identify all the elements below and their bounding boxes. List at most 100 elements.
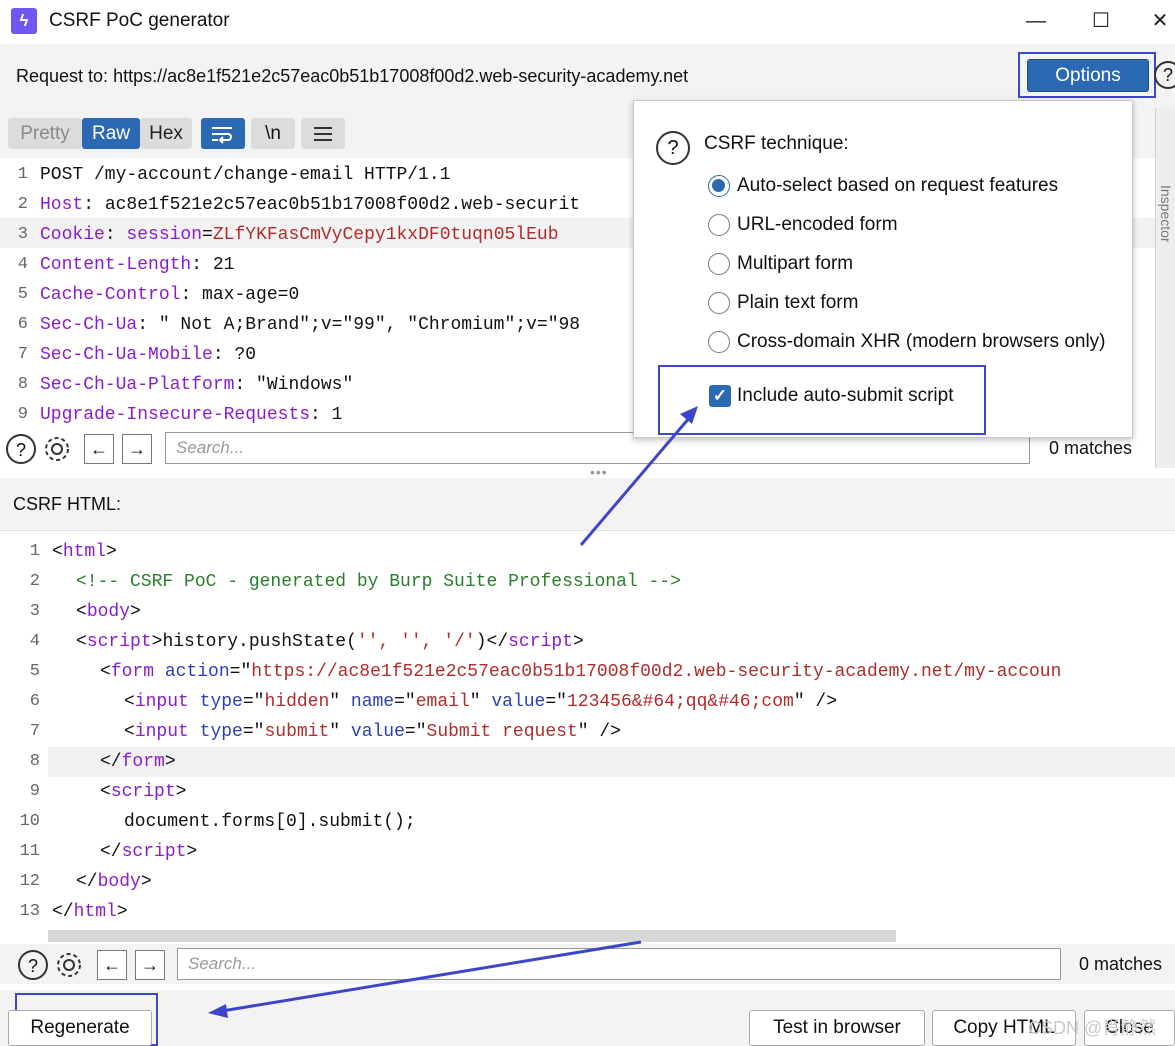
cookie-value: ZLfYKFasCmVyCepy1kxDF0tuqn05lEub xyxy=(212,225,559,245)
options-button[interactable]: Options xyxy=(1027,59,1149,92)
newline-toggle-icon[interactable]: \n xyxy=(251,118,295,149)
line-number: 5 xyxy=(29,662,40,681)
csrf-technique-title: CSRF technique: xyxy=(704,133,849,154)
header-separator: : xyxy=(234,375,257,395)
inspector-tab-label[interactable]: Inspector xyxy=(1158,185,1174,243)
radio-button[interactable] xyxy=(708,175,730,197)
close-window-button[interactable]: ✕ xyxy=(1140,4,1175,38)
header-name: Cache-Control xyxy=(40,285,181,305)
request-line: Sec-Ch-Ua: " Not A;Brand";v="99", "Chrom… xyxy=(40,310,580,340)
burp-app-icon: ϟ xyxy=(11,8,37,34)
csrf-html-header xyxy=(0,478,1175,530)
line-number: 4 xyxy=(29,632,40,651)
line-number: 7 xyxy=(17,345,28,364)
match-count: 0 matches xyxy=(1079,954,1163,974)
minimize-button[interactable]: — xyxy=(1016,4,1056,38)
line-number: 3 xyxy=(29,602,40,621)
code-line: <input type="submit" value="Submit reque… xyxy=(124,722,621,742)
line-number: 9 xyxy=(17,405,28,424)
header-separator: : xyxy=(180,285,203,305)
test-in-browser-button[interactable]: Test in browser xyxy=(749,1010,925,1046)
next-match-icon[interactable]: → xyxy=(122,434,152,464)
header-value: max-age=0 xyxy=(202,285,300,305)
tab-hex[interactable]: Hex xyxy=(140,118,192,149)
code-line: </body> xyxy=(76,872,152,892)
window-title: CSRF PoC generator xyxy=(49,10,230,31)
search-help-icon[interactable]: ? xyxy=(18,950,48,980)
tab-raw[interactable]: Raw xyxy=(82,118,140,149)
header-value: "Windows" xyxy=(256,375,354,395)
code-line: <html> xyxy=(52,542,117,562)
maximize-button[interactable]: ☐ xyxy=(1081,4,1121,38)
line-number: 13 xyxy=(19,902,40,921)
header-name: Host xyxy=(40,195,84,215)
request-line: Cache-Control: max-age=0 xyxy=(40,280,299,310)
csrf-search-input[interactable]: Search... xyxy=(177,948,1061,980)
line-number: 9 xyxy=(29,782,40,801)
csrf-html-editor[interactable]: 1 2 3 4 5 6 7 8 9 10 11 12 13 <html> <!-- CSRF PoC -… xyxy=(0,530,1175,930)
previous-match-icon[interactable]: ← xyxy=(97,950,127,980)
radio-button[interactable] xyxy=(708,214,730,236)
request-line: Sec-Ch-Ua-Mobile: ?0 xyxy=(40,340,256,370)
title-bar: ϟ CSRF PoC generator — ☐ ✕ xyxy=(0,0,1175,44)
header-value: " Not A;Brand";v="99", "Chromium";v="98 xyxy=(158,315,581,335)
inspector-side-tab[interactable] xyxy=(1155,108,1175,468)
help-icon[interactable]: ? xyxy=(1154,61,1175,89)
line-number: 4 xyxy=(17,255,28,274)
line-number: 6 xyxy=(17,315,28,334)
menu-icon[interactable] xyxy=(301,118,345,149)
request-url: https://ac8e1f521e2c57eac0b51b17008f00d2… xyxy=(113,66,689,86)
next-match-icon[interactable]: → xyxy=(135,950,165,980)
line-number: 1 xyxy=(29,542,40,561)
code-line: <script>history.pushState('', '', '/')</… xyxy=(76,632,584,652)
line-number: 7 xyxy=(29,722,40,741)
line-number: 1 xyxy=(17,165,28,184)
radio-label[interactable]: Auto-select based on request features xyxy=(737,173,1058,199)
request-to-label: Request to: xyxy=(16,66,109,86)
code-line: </script> xyxy=(100,842,198,862)
request-line: Sec-Ch-Ua-Platform: "Windows" xyxy=(40,370,353,400)
regenerate-button[interactable]: Regenerate xyxy=(8,1010,152,1046)
request-url-label: Request to: https://ac8e1f521e2c57eac0b5… xyxy=(16,66,688,87)
wrap-lines-icon[interactable] xyxy=(201,118,245,149)
line-number: 10 xyxy=(19,812,40,831)
line-number: 11 xyxy=(19,842,40,861)
radio-button[interactable] xyxy=(708,253,730,275)
radio-label[interactable]: URL-encoded form xyxy=(737,212,898,238)
radio-button[interactable] xyxy=(708,292,730,314)
csrf-search-bar: ? ← → Search... 0 matches xyxy=(0,944,1175,984)
radio-label[interactable]: Multipart form xyxy=(737,251,853,277)
request-line: Host: ac8e1f521e2c57eac0b51b17008f00d2.w… xyxy=(40,190,580,220)
gear-icon[interactable] xyxy=(42,434,72,464)
tab-pretty[interactable]: Pretty xyxy=(8,118,82,149)
search-help-icon[interactable]: ? xyxy=(6,434,36,464)
code-line: <script> xyxy=(100,782,187,802)
horizontal-scrollbar[interactable] xyxy=(48,930,896,942)
request-line: Cookie: session=ZLfYKFasCmVyCepy1kxDF0tu… xyxy=(40,220,559,250)
line-number: 5 xyxy=(17,285,28,304)
line-number: 2 xyxy=(17,195,28,214)
auto-submit-label[interactable]: Include auto-submit script xyxy=(737,383,954,409)
radio-label[interactable]: Cross-domain XHR (modern browsers only) xyxy=(737,329,1106,355)
request-line: Upgrade-Insecure-Requests: 1 xyxy=(40,400,342,430)
previous-match-icon[interactable]: ← xyxy=(84,434,114,464)
line-number: 8 xyxy=(17,375,28,394)
header-separator: : xyxy=(191,255,213,275)
header-value: 21 xyxy=(212,255,235,275)
radio-label[interactable]: Plain text form xyxy=(737,290,858,316)
header-name: Sec-Ch-Ua-Mobile xyxy=(40,345,213,365)
match-count: 0 matches xyxy=(1049,438,1133,458)
header-separator: : xyxy=(83,195,105,215)
gear-icon[interactable] xyxy=(54,950,84,980)
csrf-html-label: CSRF HTML: xyxy=(13,494,121,514)
radio-button[interactable] xyxy=(708,331,730,353)
header-separator: : xyxy=(104,225,127,245)
request-line: Content-Length: 21 xyxy=(40,250,234,280)
code-line: <body> xyxy=(76,602,141,622)
header-name: Sec-Ch-Ua xyxy=(40,315,138,335)
csrf-technique-help-icon[interactable]: ? xyxy=(656,131,690,165)
header-name: Content-Length xyxy=(40,255,192,275)
auto-submit-checkbox[interactable]: ✓ xyxy=(709,385,731,407)
header-name: Cookie xyxy=(40,225,105,245)
header-name: Sec-Ch-Ua-Platform xyxy=(40,375,235,395)
